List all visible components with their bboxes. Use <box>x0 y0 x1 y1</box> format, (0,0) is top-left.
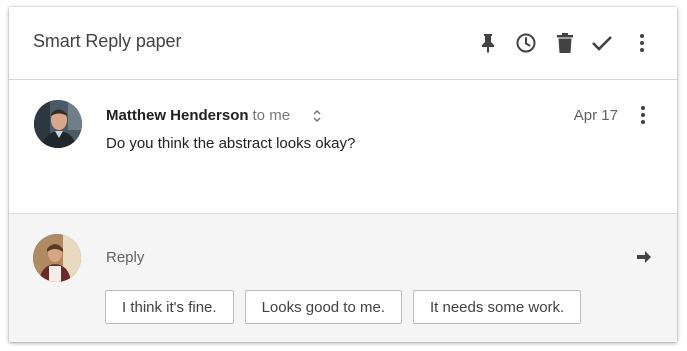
smart-reply-chip[interactable]: It needs some work. <box>413 290 582 324</box>
expand-details-icon[interactable] <box>311 109 323 123</box>
recipient-label: to me <box>252 107 291 124</box>
message-body: Do you think the abstract looks okay? <box>106 135 356 152</box>
pin-icon[interactable] <box>477 32 499 54</box>
sender-line: Matthew Henderson to me <box>106 107 290 124</box>
sender-name[interactable]: Matthew Henderson <box>106 107 249 124</box>
more-vert-icon[interactable] <box>631 32 653 54</box>
snooze-clock-icon[interactable] <box>515 32 537 54</box>
message: Matthew Henderson to me Apr 17 Do you thi… <box>9 80 677 213</box>
message-more-vert-icon[interactable] <box>634 103 652 127</box>
done-check-icon[interactable] <box>591 32 613 54</box>
smart-reply-suggestions: I think it's fine. Looks good to me. It … <box>105 290 582 324</box>
message-date: Apr 17 <box>573 107 618 124</box>
thread-subject: Smart Reply paper <box>33 31 182 51</box>
reply-all-arrow-icon[interactable] <box>636 249 652 265</box>
reply-section: Reply I think it's fine. Looks good to m… <box>9 213 677 342</box>
smart-reply-chip[interactable]: Looks good to me. <box>244 290 402 324</box>
smart-reply-chip[interactable]: I think it's fine. <box>105 290 234 324</box>
reply-input[interactable]: Reply <box>106 249 144 266</box>
trash-icon[interactable] <box>554 32 576 54</box>
thread-header: Smart Reply paper <box>9 7 677 80</box>
sender-avatar[interactable] <box>34 100 82 148</box>
email-thread-card: Smart Reply paper Matthew Henderson to m… <box>9 7 677 342</box>
user-avatar <box>33 234 81 282</box>
